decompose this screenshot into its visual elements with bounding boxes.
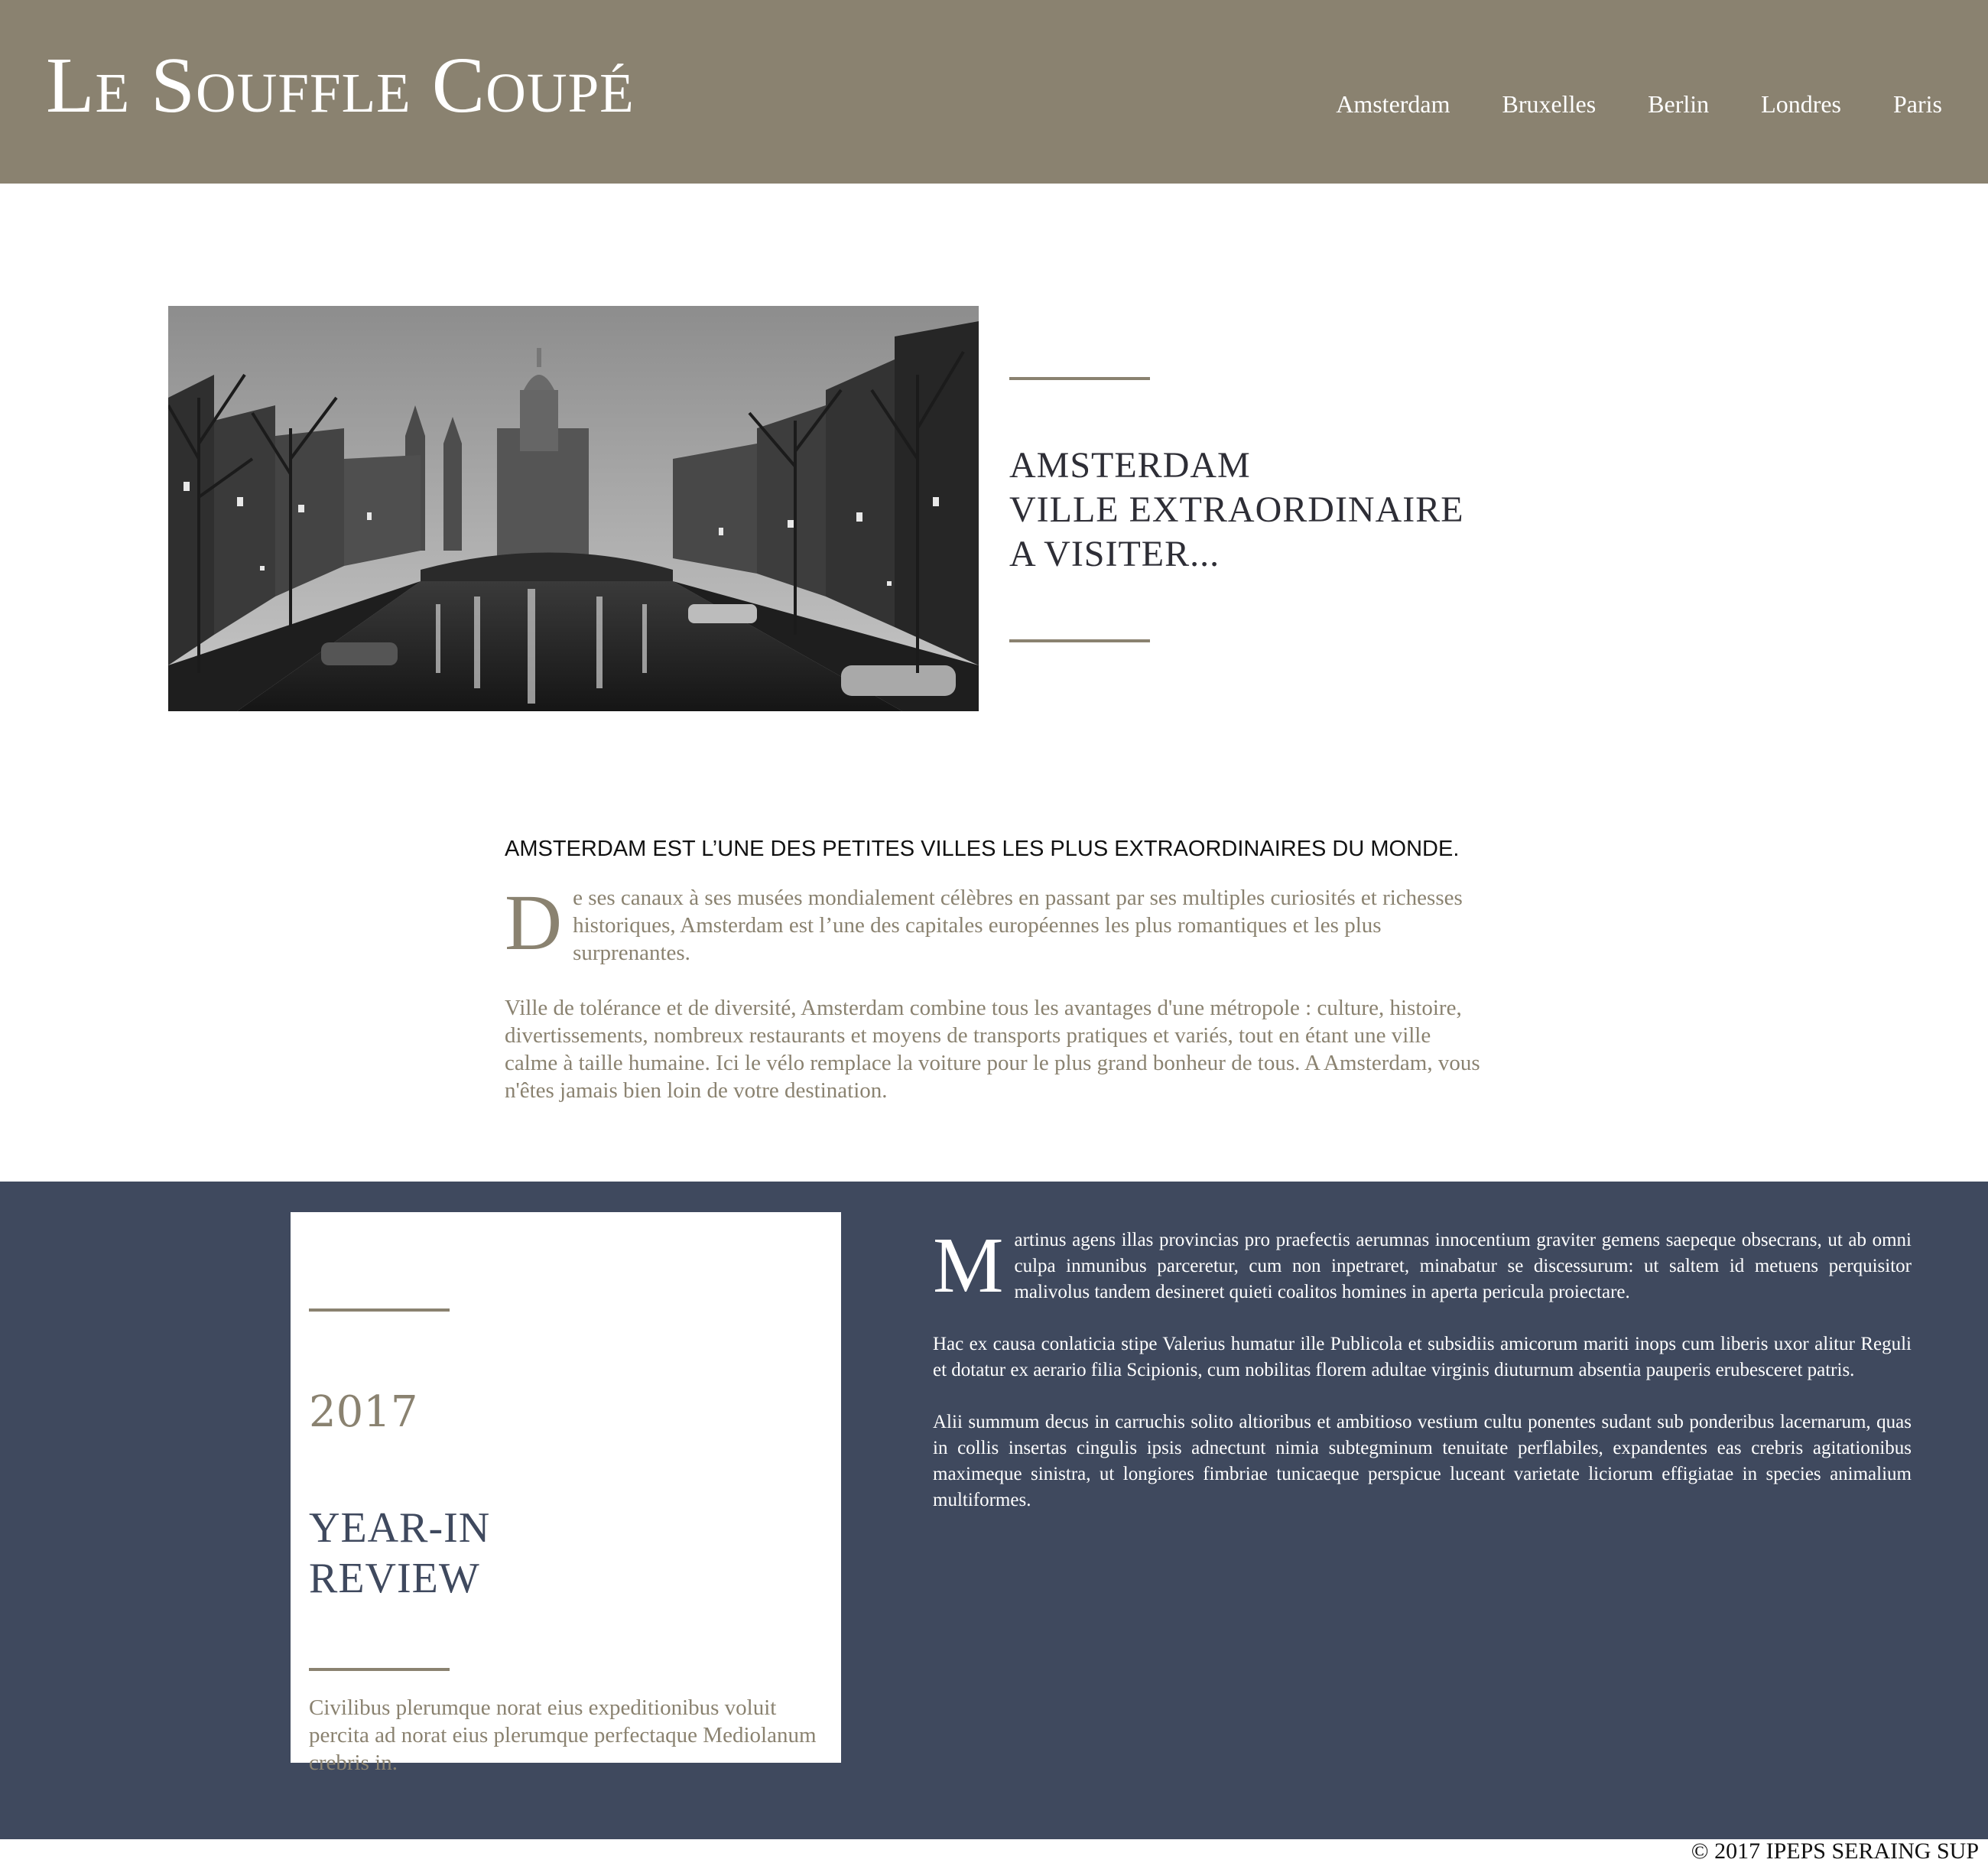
footer-copyright: © 2017 IPEPS SERAING SUP bbox=[1691, 1838, 1979, 1864]
article-paragraph-1-text: e ses canaux à ses musées mondialement c… bbox=[573, 886, 1463, 965]
review-title-line: REVIEW bbox=[309, 1555, 480, 1602]
band-paragraph-3: Alii summum decus in carruchis solito al… bbox=[933, 1412, 1912, 1510]
hero-photo-amsterdam-canal bbox=[168, 306, 979, 711]
review-caption: Civilibus plerumque norat eius expeditio… bbox=[309, 1695, 817, 1775]
review-band: 2017 YEAR-IN REVIEW Civilibus plerumque … bbox=[0, 1182, 1988, 1839]
main-nav: Amsterdam Bruxelles Berlin Londres Paris bbox=[1284, 89, 1942, 119]
band-text-column: M artinus agens illas provincias pro pra… bbox=[933, 1221, 1912, 1539]
dropcap-letter: M bbox=[933, 1221, 1004, 1309]
nav-link-paris[interactable]: Paris bbox=[1893, 89, 1942, 119]
hero-title-line: AMSTERDAM bbox=[1009, 445, 1251, 486]
nav-link-bruxelles[interactable]: Bruxelles bbox=[1502, 89, 1597, 119]
hero-rule-bottom bbox=[1009, 639, 1150, 642]
nav-link-londres[interactable]: Londres bbox=[1761, 89, 1841, 119]
hero-rule-top bbox=[1009, 377, 1150, 380]
canal-illustration bbox=[168, 306, 979, 711]
hero-title: AMSTERDAM VILLE EXTRAORDINAIRE A VISITER… bbox=[1009, 444, 1621, 577]
article-paragraph-1: D e ses canaux à ses musées mondialement… bbox=[505, 879, 1483, 967]
band-paragraph-2: Hac ex causa conlaticia stipe Valerius h… bbox=[933, 1334, 1912, 1380]
dropcap-letter: D bbox=[505, 879, 563, 967]
card-rule-bottom bbox=[309, 1668, 450, 1671]
article-section: AMSTERDAM EST L’UNE DES PETITES VILLES L… bbox=[505, 834, 1483, 1104]
card-rule-top bbox=[309, 1308, 450, 1312]
article-heading: AMSTERDAM EST L’UNE DES PETITES VILLES L… bbox=[505, 837, 1460, 861]
hero-title-line: VILLE EXTRAORDINAIRE bbox=[1009, 489, 1464, 530]
review-year: 2017 bbox=[309, 1387, 418, 1437]
nav-link-amsterdam[interactable]: Amsterdam bbox=[1336, 89, 1450, 119]
year-review-card: 2017 YEAR-IN REVIEW Civilibus plerumque … bbox=[291, 1212, 841, 1775]
band-paragraph-1: M artinus agens illas provincias pro pra… bbox=[933, 1221, 1912, 1309]
site-header: Le Souffle Coupé Amsterdam Bruxelles Ber… bbox=[0, 0, 1988, 184]
nav-link-berlin[interactable]: Berlin bbox=[1648, 89, 1709, 119]
review-title-line: YEAR-IN bbox=[309, 1504, 491, 1552]
hero-title-line: A VISITER... bbox=[1009, 534, 1220, 574]
band-paragraph-1-text: artinus agens illas provincias pro praef… bbox=[1014, 1230, 1912, 1302]
site-logo[interactable]: Le Souffle Coupé bbox=[46, 40, 635, 132]
article-paragraph-2: Ville de tolérance et de diversité, Amst… bbox=[505, 996, 1480, 1103]
review-title: YEAR-IN REVIEW bbox=[309, 1503, 490, 1604]
